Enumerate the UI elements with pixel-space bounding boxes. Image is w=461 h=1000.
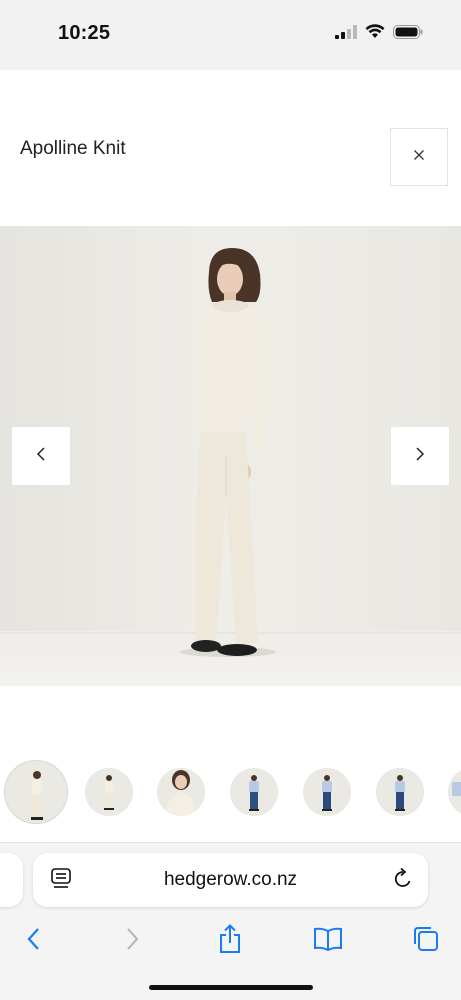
thumbnail-strip <box>0 760 461 830</box>
thumbnail-image <box>230 768 278 816</box>
thumbnail-6[interactable] <box>376 768 424 816</box>
share-button[interactable] <box>208 919 252 963</box>
back-icon <box>27 927 41 956</box>
main-product-image[interactable] <box>0 226 461 686</box>
browser-bar: hedgerow.co.nz <box>0 842 461 1000</box>
share-icon <box>218 923 242 959</box>
url-text: hedgerow.co.nz <box>163 869 298 890</box>
status-time: 10:25 <box>58 22 111 44</box>
thumbnail-1[interactable] <box>4 760 68 824</box>
chevron-right-icon <box>415 446 425 467</box>
address-bar[interactable]: hedgerow.co.nz <box>33 853 428 907</box>
tabs-button[interactable] <box>404 919 448 963</box>
gallery-next-button[interactable] <box>391 427 449 485</box>
reload-icon[interactable] <box>393 867 413 895</box>
product-modal-header: Apolline Knit <box>0 70 461 226</box>
thumbnail-image <box>5 761 67 823</box>
thumbnail-image <box>303 768 351 816</box>
previous-tab-preview[interactable] <box>0 853 23 907</box>
thumbnail-7[interactable] <box>448 768 461 816</box>
browser-toolbar <box>0 919 461 963</box>
home-indicator[interactable] <box>149 985 313 990</box>
thumbnail-2[interactable] <box>85 768 133 816</box>
thumbnail-5[interactable] <box>303 768 351 816</box>
chevron-left-icon <box>36 446 46 467</box>
tabs-icon <box>412 925 440 958</box>
gallery-prev-button[interactable] <box>12 427 70 485</box>
status-bar: 10:25 <box>0 0 461 70</box>
product-title: Apolline Knit <box>20 138 126 159</box>
close-button[interactable] <box>390 128 448 186</box>
wifi-icon <box>365 24 385 44</box>
thumbnail-3[interactable] <box>157 768 205 816</box>
signal-icon <box>335 24 357 44</box>
thumbnail-4[interactable] <box>230 768 278 816</box>
back-button[interactable] <box>12 919 56 963</box>
battery-icon <box>393 24 423 44</box>
status-icons <box>335 24 423 44</box>
bookmarks-icon <box>313 927 343 956</box>
forward-button[interactable] <box>110 919 154 963</box>
bookmarks-button[interactable] <box>306 919 350 963</box>
thumbnail-image <box>85 768 133 816</box>
thumbnail-image <box>157 768 205 816</box>
thumbnail-image <box>448 768 461 816</box>
thumbnail-image <box>376 768 424 816</box>
forward-icon <box>125 927 139 956</box>
close-icon <box>413 148 425 166</box>
